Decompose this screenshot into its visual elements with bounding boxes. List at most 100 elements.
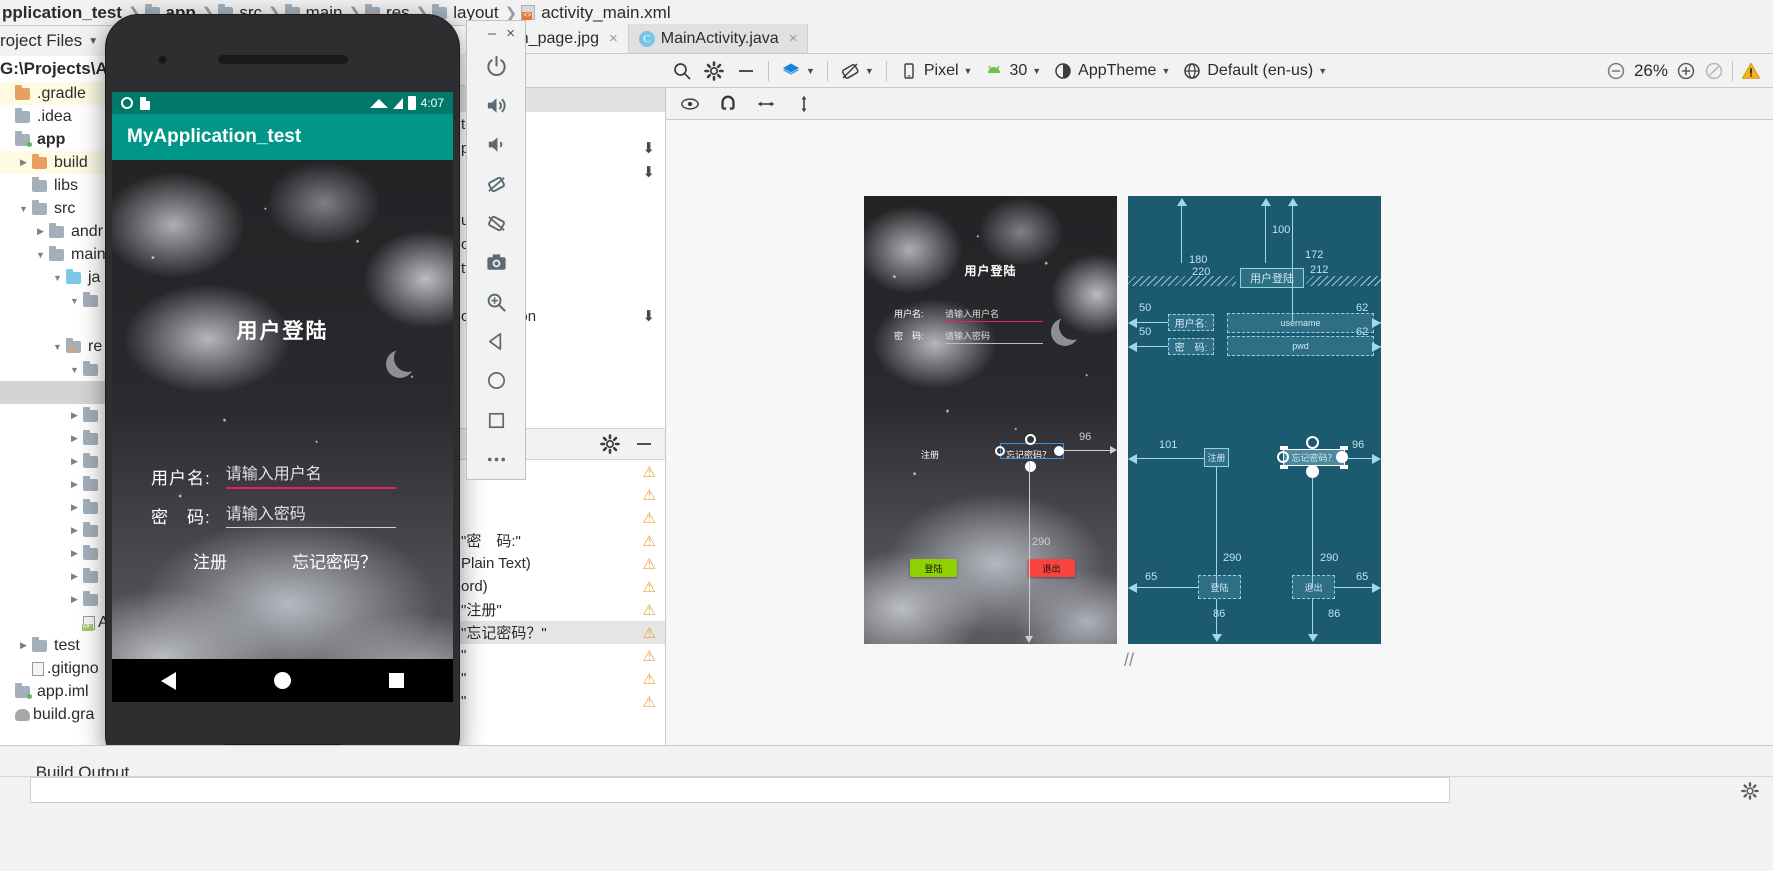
selection-corner-tr[interactable]: [1340, 446, 1348, 450]
rotate-right-icon[interactable]: [473, 204, 519, 243]
chevron-down-icon[interactable]: [51, 273, 64, 283]
attribute-warning-row[interactable]: "忘记密码？" ⚠: [455, 621, 665, 644]
bp-selection-handle-top[interactable]: [1306, 436, 1319, 449]
vertical-arrows-icon[interactable]: [794, 94, 814, 114]
chevron-right-icon[interactable]: [68, 410, 81, 421]
theme-dropdown[interactable]: AppTheme ▼: [1047, 58, 1176, 84]
app-content[interactable]: 用户登陆 用户名: 请输入用户名 密 码: 请输入密码 注册 忘记密码？ 登陆 …: [112, 160, 453, 702]
bp-node-username-label[interactable]: 用户名:: [1168, 314, 1214, 331]
gear-icon[interactable]: [1741, 782, 1759, 805]
selection-handle-top[interactable]: [1025, 434, 1036, 445]
bp-node-username-field[interactable]: username: [1227, 313, 1374, 333]
design-surface[interactable]: 用户登陆 用户名: 请输入用户名 密 码: 请输入密码 注册 忘记密码？ 登陆 …: [666, 120, 1773, 745]
attribute-warning-row[interactable]: Plain Text) ⚠: [455, 552, 665, 575]
minimize-icon[interactable]: –: [488, 25, 496, 42]
magnet-icon[interactable]: [718, 94, 738, 114]
warning-icon[interactable]: ⚠: [643, 647, 656, 665]
zoom-in-icon[interactable]: [1676, 61, 1696, 81]
attribute-warning-row[interactable]: "注册" ⚠: [455, 598, 665, 621]
zoom-icon[interactable]: [473, 282, 519, 321]
warning-icon[interactable]: ⚠: [643, 601, 656, 619]
warning-icon[interactable]: ⚠: [643, 624, 656, 642]
warning-icon[interactable]: ⚠: [643, 509, 656, 527]
android-nav-bar[interactable]: [112, 659, 453, 702]
bp-selection-handle-left[interactable]: [1277, 451, 1289, 463]
more-icon[interactable]: [473, 440, 519, 479]
preview-exit-button[interactable]: 退出: [1028, 559, 1075, 577]
bp-node-exit[interactable]: 退出: [1292, 575, 1335, 599]
close-icon[interactable]: ×: [506, 25, 515, 42]
register-link[interactable]: 注册: [193, 548, 227, 573]
minimize-icon[interactable]: [634, 434, 654, 454]
bp-node-title[interactable]: 用户登陆: [1240, 268, 1304, 288]
warning-icon[interactable]: ⚠: [643, 578, 656, 596]
selection-handle-left[interactable]: [995, 446, 1005, 456]
home-icon[interactable]: [473, 361, 519, 400]
bp-selection-handle-bottom[interactable]: [1306, 465, 1319, 478]
blueprint-view[interactable]: 180 220 100 172 212 用户登陆 50 50 62 62 用户名…: [1128, 196, 1381, 644]
chevron-right-icon[interactable]: [68, 456, 81, 467]
bp-node-password-label[interactable]: 密 码:: [1168, 338, 1214, 355]
bp-node-password-field[interactable]: pwd: [1227, 336, 1374, 356]
back-icon[interactable]: [161, 671, 176, 690]
chevron-right-icon[interactable]: [17, 157, 30, 168]
attribute-warning-row[interactable]: " ⚠: [455, 690, 665, 713]
chevron-right-icon[interactable]: [68, 548, 81, 559]
attribute-warning-row[interactable]: ord) ⚠: [455, 575, 665, 598]
preview-password-input[interactable]: 请输入密码: [945, 329, 1043, 344]
api-level-dropdown[interactable]: 30 ▼: [978, 58, 1047, 84]
selection-corner-bl[interactable]: [1280, 465, 1288, 469]
warning-icon[interactable]: ⚠: [643, 670, 656, 688]
back-icon[interactable]: [473, 322, 519, 361]
chevron-down-icon[interactable]: [34, 250, 47, 260]
chevron-down-icon[interactable]: [68, 365, 81, 375]
warning-icon[interactable]: ⚠: [643, 486, 656, 504]
settings-button[interactable]: [698, 58, 730, 84]
zoom-fit-icon[interactable]: [1704, 61, 1724, 81]
bp-node-login[interactable]: 登陆: [1198, 575, 1241, 599]
volume-up-icon[interactable]: [473, 86, 519, 125]
volume-down-icon[interactable]: [473, 125, 519, 164]
selection-corner-tl[interactable]: [1280, 446, 1288, 450]
rotate-left-icon[interactable]: [473, 164, 519, 203]
orientation-dropdown[interactable]: ▼: [834, 58, 880, 84]
password-input[interactable]: 请输入密码: [225, 500, 396, 528]
tab-MainActivity.java[interactable]: C MainActivity.java ×: [628, 24, 809, 53]
emulator-screen[interactable]: 4:07 MyApplication_test 用户登陆 用户名: 请输入用户名…: [112, 92, 453, 702]
overview-icon[interactable]: [389, 673, 404, 688]
download-icon[interactable]: ⬇: [642, 139, 655, 157]
gear-icon[interactable]: [600, 434, 620, 454]
download-icon[interactable]: ⬇: [642, 307, 655, 325]
power-icon[interactable]: [473, 47, 519, 86]
selection-corner-br[interactable]: [1340, 465, 1348, 469]
close-icon[interactable]: ×: [609, 30, 618, 47]
download-icon[interactable]: ⬇: [642, 163, 655, 181]
chevron-right-icon[interactable]: [68, 571, 81, 582]
minimize-panel-button[interactable]: [730, 58, 762, 84]
chevron-right-icon[interactable]: [17, 640, 30, 651]
search-button[interactable]: [666, 58, 698, 84]
horizontal-arrows-icon[interactable]: [756, 94, 776, 114]
chevron-right-icon[interactable]: [68, 502, 81, 513]
screenshot-camera-icon[interactable]: [473, 243, 519, 282]
bp-node-register[interactable]: 注册: [1204, 448, 1229, 467]
preview-username-input[interactable]: 请输入用户名: [945, 307, 1043, 322]
render-preview[interactable]: 用户登陆 用户名: 请输入用户名 密 码: 请输入密码 注册 忘记密码？ 登陆 …: [864, 196, 1117, 644]
preview-register-link[interactable]: 注册: [921, 448, 939, 461]
attribute-warning-row[interactable]: "密 码:" ⚠: [455, 529, 665, 552]
chevron-down-icon[interactable]: [17, 204, 30, 214]
chevron-right-icon[interactable]: [68, 479, 81, 490]
locale-dropdown[interactable]: Default (en-us) ▼: [1176, 58, 1333, 84]
warning-icon[interactable]: ⚠: [643, 463, 656, 481]
chevron-right-icon[interactable]: [68, 525, 81, 536]
zoom-out-icon[interactable]: [1606, 61, 1626, 81]
forgot-password-link[interactable]: 忘记密码？: [292, 548, 377, 573]
attribute-warning-row[interactable]: ⚠: [455, 506, 665, 529]
attribute-warning-row[interactable]: " ⚠: [455, 667, 665, 690]
overview-icon[interactable]: [473, 400, 519, 439]
chevron-down-icon[interactable]: [51, 342, 64, 352]
chevron-right-icon[interactable]: [68, 433, 81, 444]
resize-handle[interactable]: //: [1124, 650, 1146, 670]
bp-selection-handle-right[interactable]: [1336, 451, 1348, 463]
selection-handle-right[interactable]: [1054, 446, 1064, 456]
